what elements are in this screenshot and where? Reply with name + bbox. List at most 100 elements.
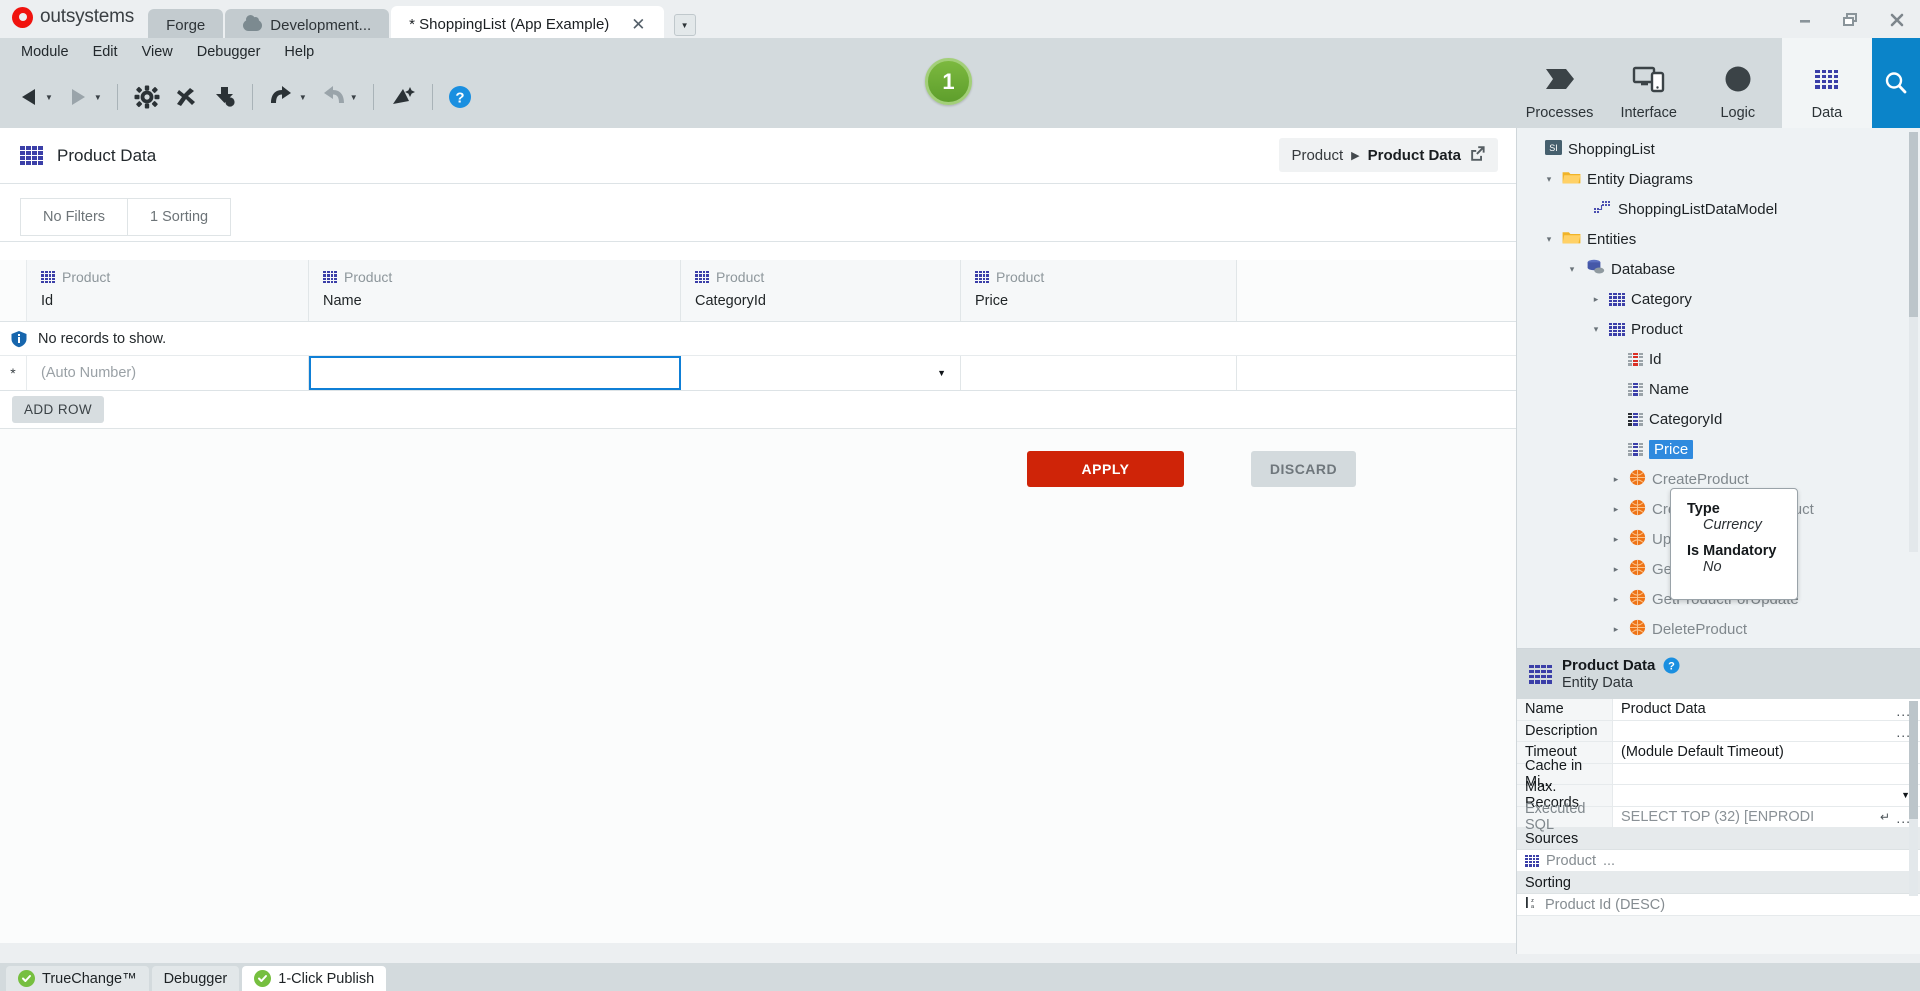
column-header-id[interactable]: Product Id <box>27 260 309 321</box>
tree-node-category[interactable]: ▸ Category <box>1525 284 1920 314</box>
property-value-name[interactable]: Product Data ... <box>1613 699 1920 720</box>
id-placeholder: (Auto Number) <box>41 365 137 381</box>
tree-node-product[interactable]: ▾ Product <box>1525 314 1920 344</box>
tab-no-filters[interactable]: No Filters <box>20 198 128 236</box>
chevron-down-icon[interactable]: ▼ <box>299 93 307 102</box>
ellipsis-button[interactable]: ... <box>1603 853 1615 869</box>
cell-price-input[interactable] <box>961 356 1237 390</box>
properties-section-sorting: Sorting <box>1517 872 1920 894</box>
property-value-text: SELECT TOP (32) [ENPRODI <box>1621 808 1815 825</box>
column-header-price[interactable]: Product Price <box>961 260 1237 321</box>
cell-category-select[interactable]: ▼ <box>681 356 961 390</box>
breadcrumb-separator: ▶ <box>1351 149 1360 162</box>
tree-toggle-expanded-icon[interactable]: ▾ <box>1565 264 1579 275</box>
tree-node-shoppinglistdatamodel[interactable]: ShoppingListDataModel <box>1525 194 1920 224</box>
tree-toggle-collapsed-icon[interactable]: ▸ <box>1589 294 1603 305</box>
breadcrumb-current: Product Data <box>1367 146 1461 164</box>
redo-button[interactable]: ▼ <box>313 85 364 109</box>
tree-toggle-expanded-icon[interactable]: ▾ <box>1542 174 1556 185</box>
cell-id[interactable]: (Auto Number) <box>27 356 309 390</box>
status-tab-truechange[interactable]: TrueChange™ <box>6 966 149 991</box>
right-panel-tabs: Processes Interface Logic Data <box>1515 38 1920 128</box>
tree-node-entity-diagrams[interactable]: ▾ Entity Diagrams <box>1525 164 1920 194</box>
status-tab-1click-publish[interactable]: 1-Click Publish <box>242 966 387 991</box>
column-header-categoryid[interactable]: Product CategoryId <box>681 260 961 321</box>
property-value-cache[interactable] <box>1613 763 1920 784</box>
menu-view[interactable]: View <box>131 41 184 63</box>
chevron-down-icon[interactable]: ▼ <box>673 14 696 36</box>
chevron-down-icon[interactable]: ▼ <box>350 93 358 102</box>
restore-icon[interactable] <box>1828 0 1874 40</box>
forward-button[interactable]: ▼ <box>59 86 108 108</box>
tree-node-database[interactable]: ▾ Database <box>1525 254 1920 284</box>
entity-data-icon <box>20 146 43 165</box>
chevron-down-icon[interactable]: ▼ <box>937 368 946 378</box>
tree-toggle-collapsed-icon[interactable]: ▸ <box>1609 474 1623 485</box>
tree-toggle-collapsed-icon[interactable]: ▸ <box>1609 564 1623 575</box>
chevron-down-icon[interactable]: ▼ <box>94 93 102 102</box>
gear-button[interactable] <box>127 84 167 110</box>
debug-button[interactable] <box>167 84 205 110</box>
window-tab-shoppinglist[interactable]: * ShoppingList (App Example) ✕ <box>391 6 664 42</box>
help-circle-icon[interactable]: ? <box>1663 657 1680 674</box>
entity-icon <box>41 271 55 283</box>
properties-source-product[interactable]: Product ... <box>1517 850 1920 872</box>
back-button[interactable]: ▼ <box>10 86 59 108</box>
minimize-icon[interactable] <box>1782 0 1828 40</box>
property-value-maxrecords[interactable]: ▼ <box>1613 785 1920 806</box>
tree-node-attribute-categoryid[interactable]: CategoryId <box>1525 404 1920 434</box>
chevron-down-icon[interactable]: ▼ <box>45 93 53 102</box>
action-icon <box>1629 529 1646 550</box>
tree-node-action-deleteproduct[interactable]: ▸ DeleteProduct <box>1525 614 1920 644</box>
menu-help[interactable]: Help <box>273 41 325 63</box>
column-entity: Product <box>41 269 308 285</box>
cell-name-input[interactable] <box>309 356 681 390</box>
tab-sorting[interactable]: 1 Sorting <box>127 198 232 236</box>
tab-interface[interactable]: Interface <box>1604 38 1693 128</box>
property-value-executedsql[interactable]: SELECT TOP (32) [ENPRODI ↵ ... <box>1613 806 1920 827</box>
apply-button[interactable]: APPLY <box>1027 451 1184 487</box>
tree-toggle-collapsed-icon[interactable]: ▸ <box>1609 624 1623 635</box>
status-tab-debugger[interactable]: Debugger <box>151 966 240 991</box>
menu-module[interactable]: Module <box>10 41 80 63</box>
window-tab-label: Development... <box>270 17 372 34</box>
tree-toggle-collapsed-icon[interactable]: ▸ <box>1609 534 1623 545</box>
row-filler <box>1237 356 1516 390</box>
close-icon[interactable] <box>1874 0 1920 40</box>
tree-toggle-collapsed-icon[interactable]: ▸ <box>1609 504 1623 515</box>
tab-processes[interactable]: Processes <box>1515 38 1604 128</box>
truechange-count-badge[interactable]: 1 <box>925 58 972 105</box>
tree-toggle-expanded-icon[interactable]: ▾ <box>1542 234 1556 245</box>
tree-node-attribute-name[interactable]: Name <box>1525 374 1920 404</box>
action-bar: APPLY DISCARD <box>0 429 1516 507</box>
tree-scrollbar-thumb[interactable] <box>1909 132 1918 317</box>
close-icon[interactable]: ✕ <box>631 16 645 33</box>
column-header-name[interactable]: Product Name <box>309 260 681 321</box>
undo-button[interactable]: ▼ <box>262 85 313 109</box>
external-link-icon[interactable] <box>1469 145 1486 166</box>
tab-data[interactable]: Data <box>1782 38 1872 128</box>
properties-scrollbar-thumb[interactable] <box>1909 701 1918 819</box>
breadcrumb-parent[interactable]: Product <box>1291 147 1343 164</box>
new-record-row: * (Auto Number) ▼ <box>0 356 1516 391</box>
property-value-timeout[interactable]: (Module Default Timeout) <box>1613 742 1920 763</box>
help-button[interactable]: ? <box>442 85 478 109</box>
menu-edit[interactable]: Edit <box>82 41 129 63</box>
tooltip-key-mandatory: Is Mandatory <box>1687 543 1777 559</box>
tree-node-entities[interactable]: ▾ Entities <box>1525 224 1920 254</box>
tree-node-attribute-id[interactable]: Id <box>1525 344 1920 374</box>
tab-logic[interactable]: Logic <box>1693 38 1782 128</box>
properties-sorting-item[interactable]: z a Product Id (DESC) <box>1517 894 1920 916</box>
module-icon: SI <box>1545 139 1562 159</box>
tree-toggle-collapsed-icon[interactable]: ▸ <box>1609 594 1623 605</box>
discard-button[interactable]: DISCARD <box>1251 451 1356 487</box>
publish-button[interactable] <box>205 84 243 110</box>
search-icon[interactable] <box>1871 38 1920 128</box>
refactor-button[interactable] <box>383 84 423 110</box>
menu-debugger[interactable]: Debugger <box>186 41 272 63</box>
property-value-description[interactable]: ... <box>1613 720 1920 741</box>
tree-node-shoppinglist[interactable]: SI ShoppingList <box>1525 134 1920 164</box>
tree-node-attribute-price[interactable]: Price <box>1525 434 1920 464</box>
add-row-button[interactable]: ADD ROW <box>12 396 105 423</box>
tree-toggle-expanded-icon[interactable]: ▾ <box>1589 324 1603 335</box>
